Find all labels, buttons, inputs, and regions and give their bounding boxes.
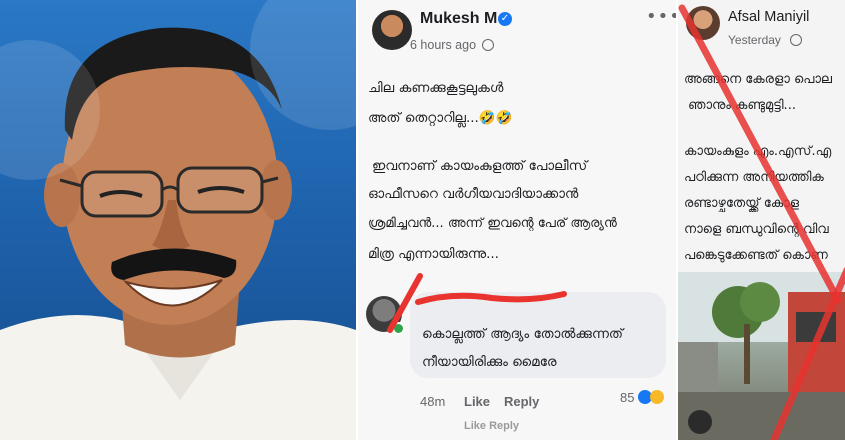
post-time[interactable]: 6 hours ago xyxy=(410,38,476,52)
post-text-line: മിത്ര എന്നായിരുന്നു... xyxy=(368,246,499,262)
post-text-line: ഓഫീസറെ വർഗീയവാദിയാക്കാൻ xyxy=(368,186,579,202)
facebook-post-cropped: Afsal Maniyil Yesterday അങ്ങനെ കേരളാ പൊല… xyxy=(676,0,845,440)
post-text-line: ചില കണക്കുകൂട്ടലുകൾ xyxy=(368,80,504,96)
comment-text-line: കൊല്ലത്ത് ആദ്യം തോൽക്കുന്നത് xyxy=(422,326,623,342)
comment-text-line: നീയായിരിക്കും മൈരേ xyxy=(422,354,557,370)
comment-time: 48m xyxy=(420,394,446,409)
post-text-line: ശ്രമിച്ചവൻ... അന്ന് ഇവന്റെ പേര് ആര്യൻ xyxy=(368,216,617,231)
author-name[interactable]: Mukesh M xyxy=(420,10,497,28)
facebook-post: Mukesh M ✓ 6 hours ago ••• ചില കണക്കുകൂട… xyxy=(356,0,678,440)
haha-reaction-icon xyxy=(650,390,664,404)
reply-actions-faded: Like Reply xyxy=(464,420,520,432)
globe-icon xyxy=(482,39,494,51)
reaction-count[interactable]: 85 xyxy=(620,390,634,405)
redaction-scribble xyxy=(415,291,567,305)
politician-photo xyxy=(0,0,356,440)
post-text-line: ഇവനാണ് കായംകുളത്ത് പോലീസ് xyxy=(372,158,588,174)
like-button[interactable]: Like xyxy=(464,394,490,409)
post-text-line: അത് തെറ്റാറില്ല...🤣🤣 xyxy=(368,110,513,126)
more-options-icon[interactable]: ••• xyxy=(646,6,678,27)
reply-button[interactable]: Reply xyxy=(504,394,539,409)
red-strike-line xyxy=(678,4,845,440)
verified-badge-icon: ✓ xyxy=(498,12,512,26)
author-avatar[interactable] xyxy=(372,10,412,50)
